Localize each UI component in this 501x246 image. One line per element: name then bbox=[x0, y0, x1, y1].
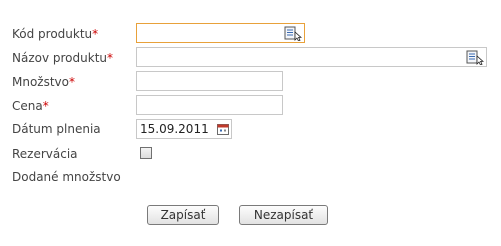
required-mark: * bbox=[42, 99, 49, 113]
delivered-quantity-label-text: Dodané množstvo bbox=[12, 170, 121, 184]
price-label-text: Cena bbox=[12, 99, 43, 113]
quantity-input[interactable] bbox=[136, 71, 283, 91]
required-mark: * bbox=[69, 75, 75, 89]
product-code-label: Kód produktu* bbox=[12, 27, 98, 41]
fulfillment-date-label: Dátum plnenia bbox=[12, 122, 101, 136]
fulfillment-date-label-text: Dátum plnenia bbox=[12, 122, 101, 136]
calendar-icon[interactable] bbox=[217, 123, 229, 135]
quantity-label: Množstvo* bbox=[12, 75, 75, 89]
product-name-input[interactable] bbox=[136, 47, 487, 67]
price-input[interactable] bbox=[136, 95, 283, 115]
required-mark: * bbox=[107, 51, 113, 65]
product-name-label: Názov produktu* bbox=[12, 51, 113, 65]
product-code-input[interactable] bbox=[136, 23, 305, 43]
reservation-checkbox[interactable] bbox=[140, 147, 152, 159]
cancel-button[interactable]: Nezapísať bbox=[239, 205, 328, 225]
price-label: Cena* bbox=[12, 99, 49, 113]
lookup-list-icon[interactable] bbox=[284, 26, 302, 41]
delivered-quantity-label: Dodané množstvo bbox=[12, 170, 121, 184]
product-name-label-text: Názov produktu bbox=[12, 51, 107, 65]
reservation-label: Rezervácia bbox=[12, 147, 78, 161]
reservation-label-text: Rezervácia bbox=[12, 147, 78, 161]
required-mark: * bbox=[92, 27, 99, 41]
save-button[interactable]: Zapísať bbox=[147, 205, 219, 225]
lookup-list-icon[interactable] bbox=[466, 50, 484, 65]
fulfillment-date-input[interactable]: 15.09.2011 bbox=[136, 119, 232, 139]
product-code-label-text: Kód produktu bbox=[12, 27, 93, 41]
quantity-label-text: Množstvo bbox=[12, 75, 69, 89]
fulfillment-date-value: 15.09.2011 bbox=[140, 122, 209, 136]
